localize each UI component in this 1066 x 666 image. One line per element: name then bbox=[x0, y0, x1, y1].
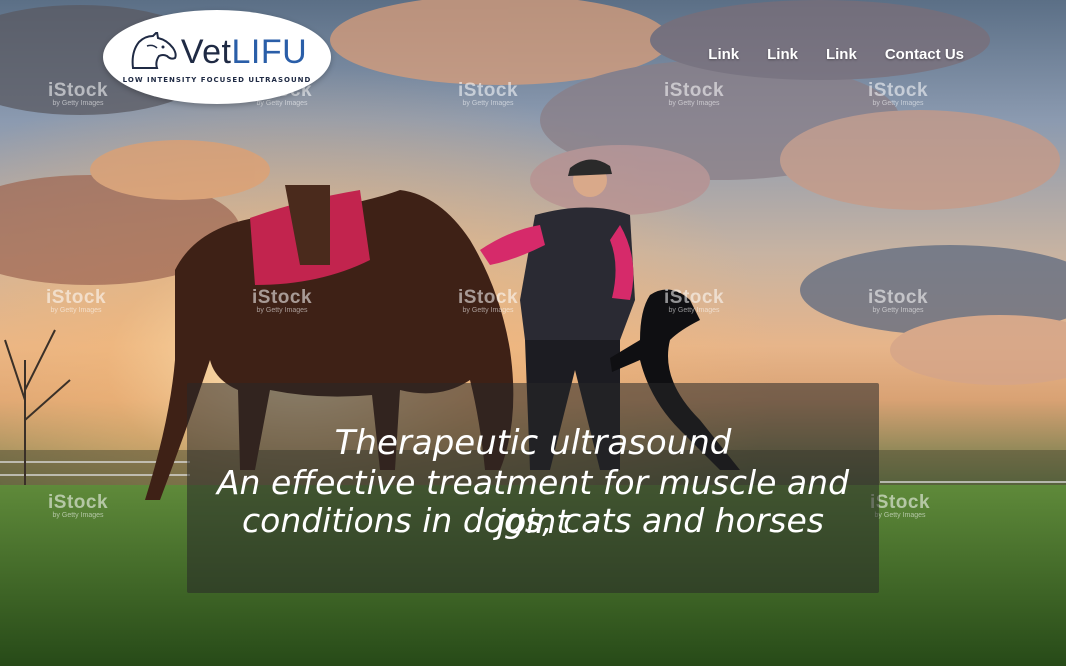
watermark: iStockby Getty Images bbox=[48, 80, 109, 107]
watermark: iStockby Getty Images bbox=[664, 287, 725, 314]
nav-link-2[interactable]: Link bbox=[767, 46, 798, 63]
watermark: iStockby Getty Images bbox=[870, 492, 931, 519]
hero-subline-2: conditions in dogs, cats and horses bbox=[241, 501, 824, 540]
nav-link-contact[interactable]: Contact Us bbox=[885, 46, 964, 63]
brand-logo[interactable]: VetLIFU LOW INTENSITY FOCUSED ULTRASOUND bbox=[103, 10, 331, 104]
watermark: iStockby Getty Images bbox=[868, 80, 929, 107]
watermark: iStockby Getty Images bbox=[48, 492, 109, 519]
logo-tagline: LOW INTENSITY FOCUSED ULTRASOUND bbox=[122, 76, 312, 84]
watermark: iStockby Getty Images bbox=[458, 287, 519, 314]
logo-vet-text: Vet bbox=[180, 33, 232, 71]
logo-wordmark: VetLIFU bbox=[127, 32, 307, 72]
watermark: iStockby Getty Images bbox=[46, 287, 107, 314]
hero-caption: Therapeutic ultrasound An effective trea… bbox=[187, 383, 879, 593]
watermark: iStockby Getty Images bbox=[458, 80, 519, 107]
watermark: iStockby Getty Images bbox=[252, 287, 313, 314]
nav-link-1[interactable]: Link bbox=[708, 46, 739, 63]
watermark: iStockby Getty Images bbox=[664, 80, 725, 107]
hero-headline: Therapeutic ultrasound bbox=[334, 423, 732, 463]
nav-link-3[interactable]: Link bbox=[826, 46, 857, 63]
watermark: iStockby Getty Images bbox=[868, 287, 929, 314]
horse-head-icon bbox=[131, 32, 177, 69]
logo-lifu-text: LIFU bbox=[231, 33, 308, 71]
main-nav: Link Link Link Contact Us bbox=[680, 46, 964, 63]
